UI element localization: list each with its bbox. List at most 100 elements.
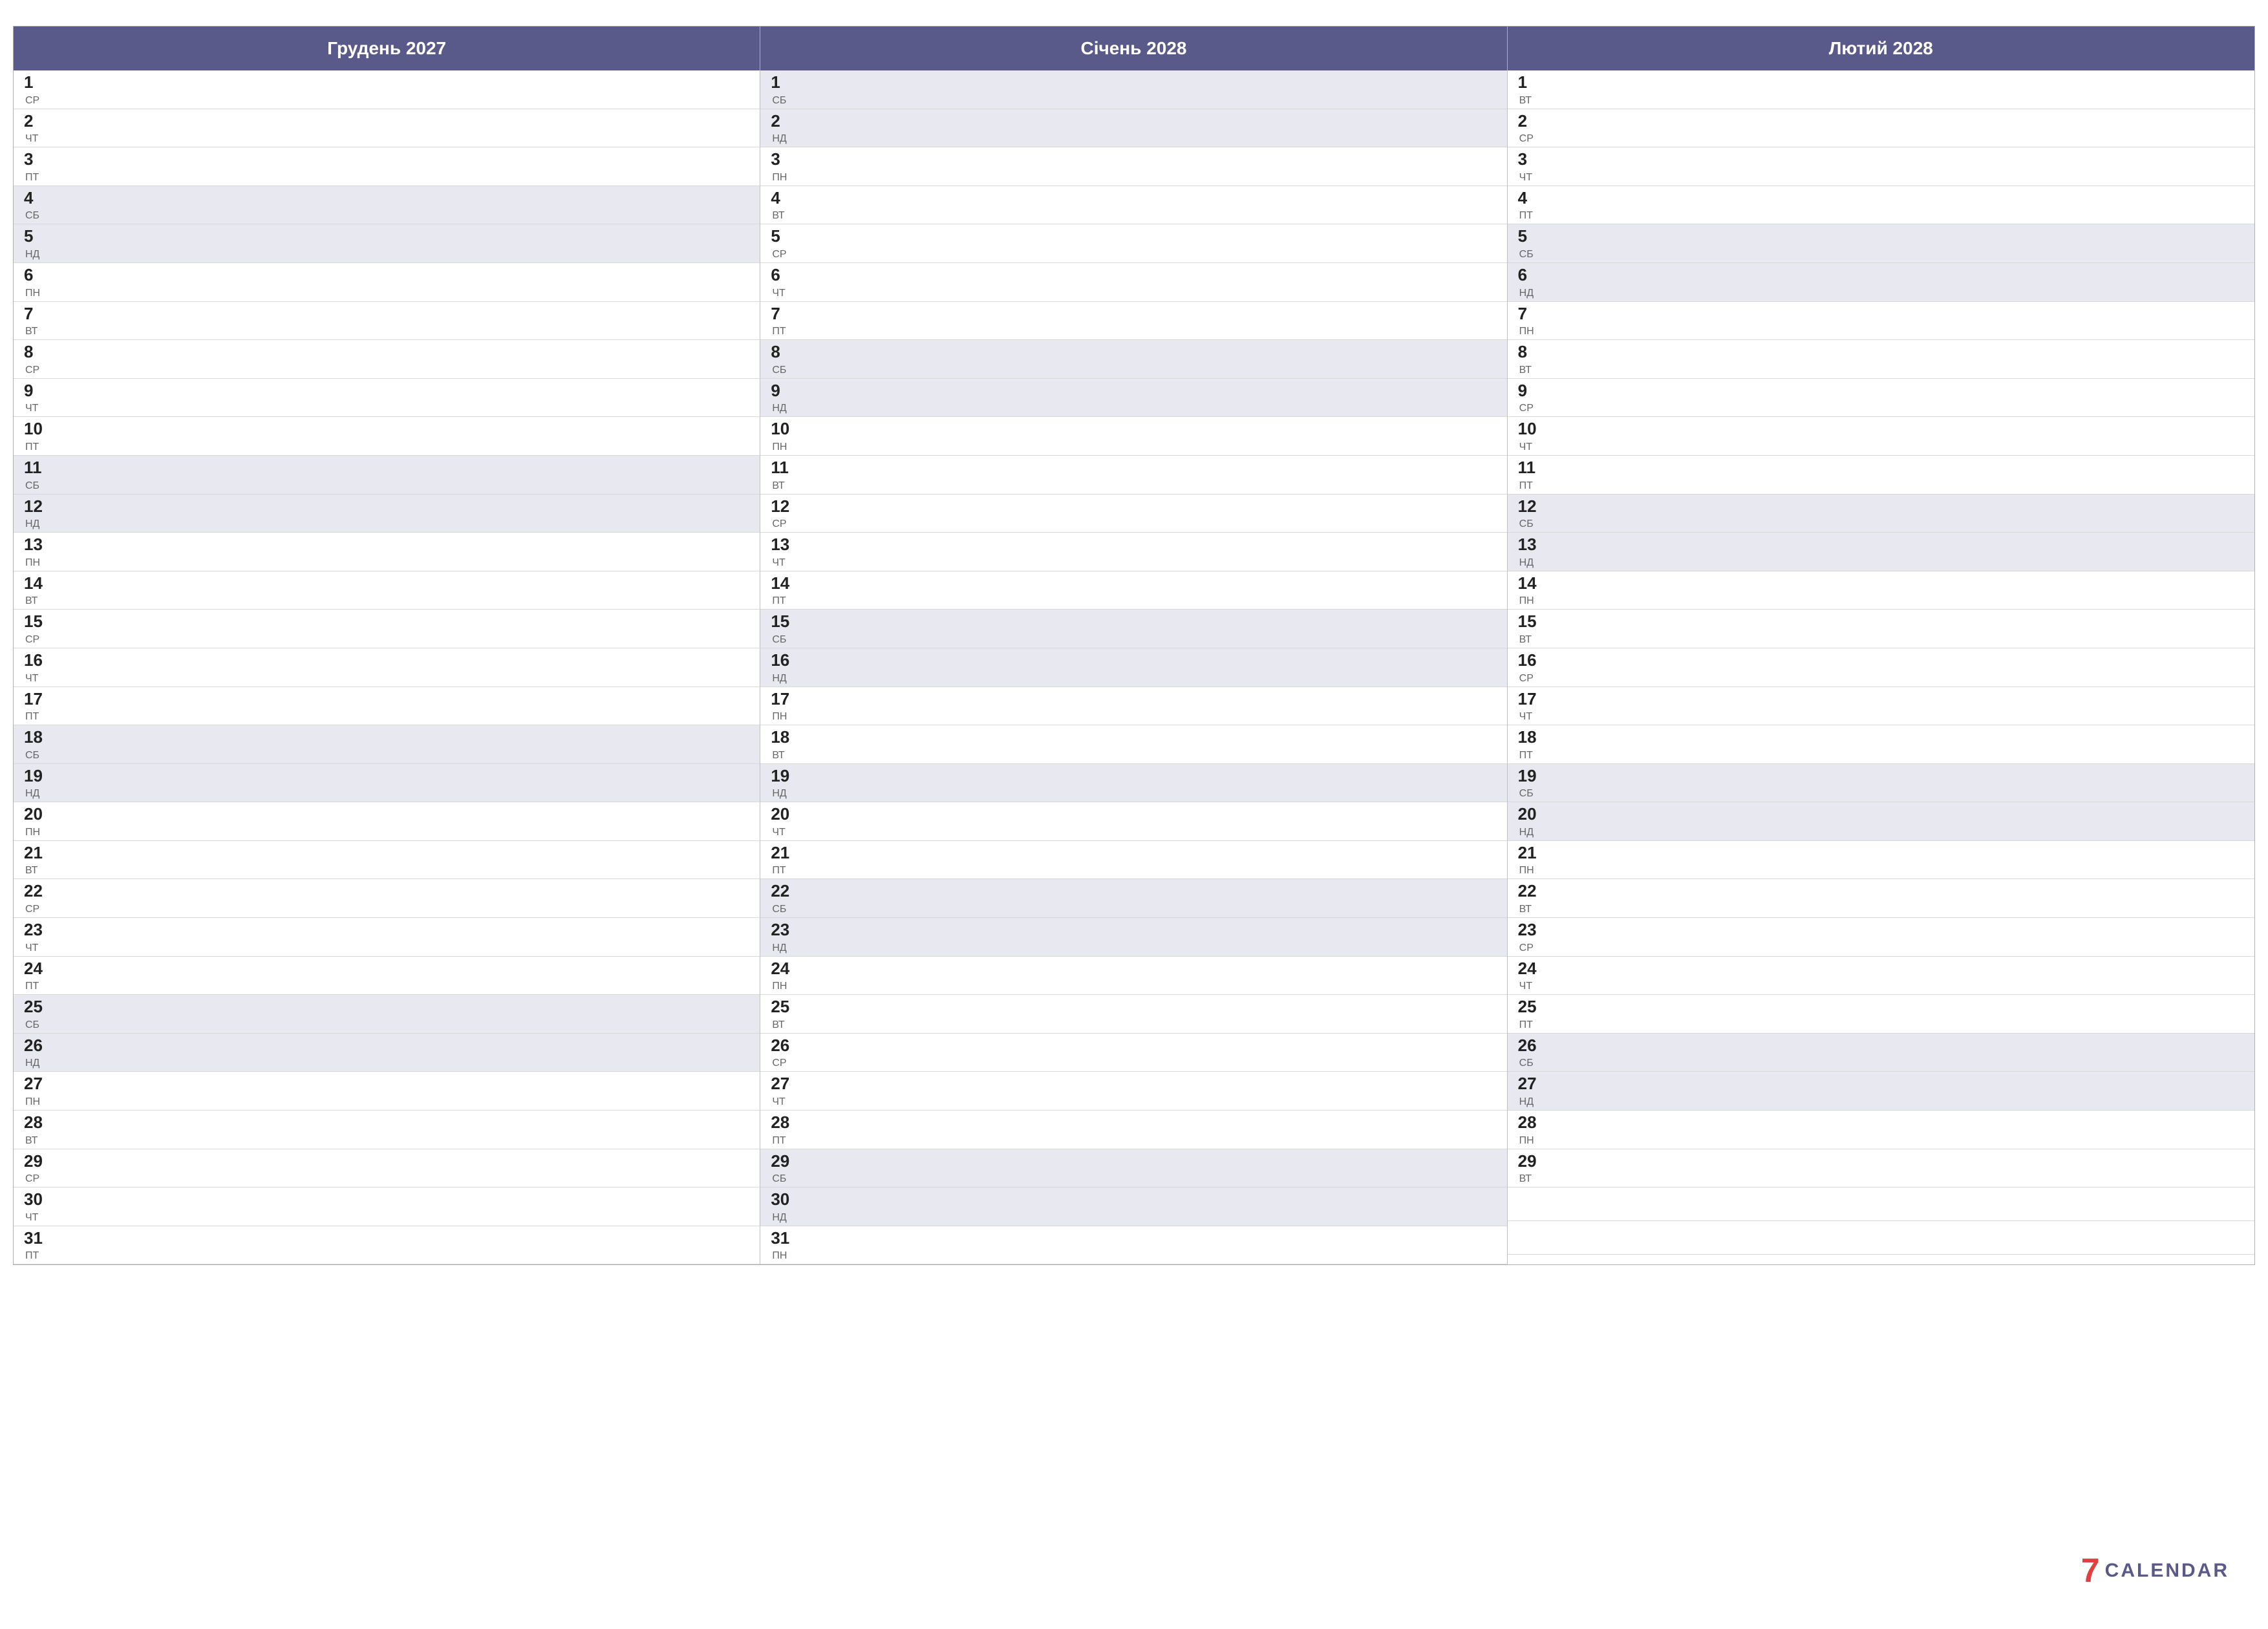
day-name: ПН [25,827,48,838]
month-days-0: 1СР2ЧТ3ПТ4СБ5НД6ПН7ВТ8СР9ЧТ10ПТ11СБ12НД1… [14,70,760,1264]
day-row: 29ВТ [1508,1149,2254,1188]
day-row: 20ЧТ [760,802,1506,841]
day-cell: 22СБ [771,882,795,915]
day-number: 8 [1518,343,1543,361]
brand-text: CALENDAR [2105,1560,2229,1582]
day-name: ВТ [772,751,795,761]
day-number: 19 [771,767,795,785]
day-number: 21 [24,844,48,862]
day-row: 13ПН [14,533,760,571]
day-number: 26 [771,1036,795,1055]
day-number: 12 [24,497,48,516]
day-number: 2 [771,112,795,131]
day-number: 22 [1518,882,1543,900]
day-number: 21 [771,844,795,862]
day-name: ВТ [25,596,48,606]
day-row: 1СБ [760,70,1506,109]
day-number: 2 [1518,112,1543,131]
day-row: 19НД [760,764,1506,803]
day-name: ВТ [1519,1174,1543,1184]
day-name: НД [772,943,795,953]
day-cell: 25ВТ [771,997,795,1030]
day-cell: 19СБ [1518,767,1543,800]
day-cell: 1ВТ [1518,73,1543,106]
day-name: ПТ [772,326,795,337]
day-row: 4 ПТ [1508,186,2254,225]
day-name: ПН [772,442,795,452]
day-number: 5 [1518,227,1543,246]
day-row: 3ЧТ [1508,147,2254,186]
day-cell: 3ПТ [24,150,48,183]
day-row: 31ПТ [14,1226,760,1265]
day-name: ЧТ [1519,981,1543,992]
day-number: 20 [1518,805,1543,824]
day-name: НД [772,134,795,144]
day-cell: 17ЧТ [1518,690,1543,723]
day-row: 6ПН [14,263,760,302]
day-name: ПТ [25,442,48,452]
day-cell: 4 ПТ [1518,189,1543,222]
day-name: СБ [25,1020,48,1030]
day-number: 8 [24,343,48,361]
day-name: ЧТ [25,943,48,953]
empty-day [1508,1187,2254,1221]
day-name: ПТ [772,866,795,876]
day-cell: 14 ВТ [24,574,48,607]
day-number: 12 [771,497,795,516]
day-row: 16НД [760,648,1506,687]
day-cell: 10ЧТ [1518,420,1543,452]
day-row: 8СР [14,340,760,379]
day-row: 12СБ [1508,495,2254,533]
day-row: 9ЧТ [14,379,760,418]
day-number: 29 [771,1152,795,1171]
day-number: 15 [24,612,48,631]
day-row: 25СБ [14,995,760,1034]
day-name: СБ [25,211,48,221]
day-name: НД [772,403,795,414]
day-number: 28 [771,1113,795,1132]
day-row: 29СБ [760,1149,1506,1188]
day-cell: 8СР [24,343,48,376]
day-cell: 13ПН [24,535,48,568]
day-number: 15 [1518,612,1543,631]
day-number: 20 [24,805,48,824]
day-row: 21ВТ [14,841,760,880]
day-name: ПН [1519,866,1543,876]
day-cell: 29СР [24,1152,48,1185]
day-number: 2 [24,112,48,131]
day-number: 22 [24,882,48,900]
day-number: 14 [24,574,48,593]
day-row: 7ВТ [14,302,760,341]
day-cell: 23ЧТ [24,921,48,953]
day-row: 6ЧТ [760,263,1506,302]
day-number: 13 [1518,535,1543,554]
day-number: 3 [1518,150,1543,169]
day-cell: 9ЧТ [24,381,48,414]
day-cell: 10ПН [771,420,795,452]
day-number: 7 [1518,304,1543,323]
day-number: 5 [771,227,795,246]
day-name: ВТ [25,326,48,337]
day-name: ПН [772,1251,795,1261]
day-number: 11 [24,458,48,477]
day-name: ВТ [1519,635,1543,645]
day-cell: 1СР [24,73,48,106]
header-row: Грудень 2027Січень 2028Лютий 2028 [14,27,2254,70]
day-name: СР [25,635,48,645]
day-number: 4 [1518,189,1543,208]
day-cell: 29СБ [771,1152,795,1185]
day-row: 24ЧТ [1508,957,2254,996]
day-name: СБ [25,481,48,491]
day-name: НД [772,1213,795,1223]
day-name: ПТ [1519,1020,1543,1030]
day-row: 28ПН [1508,1111,2254,1149]
day-cell: 12СР [771,497,795,530]
day-row: 23НД [760,918,1506,957]
day-number: 8 [771,343,795,361]
day-name: СР [25,1174,48,1184]
day-cell: 2ЧТ [24,112,48,145]
day-number: 27 [24,1074,48,1093]
day-row: 18ПТ [1508,725,2254,764]
day-number: 27 [771,1074,795,1093]
day-name: ПТ [1519,211,1543,221]
